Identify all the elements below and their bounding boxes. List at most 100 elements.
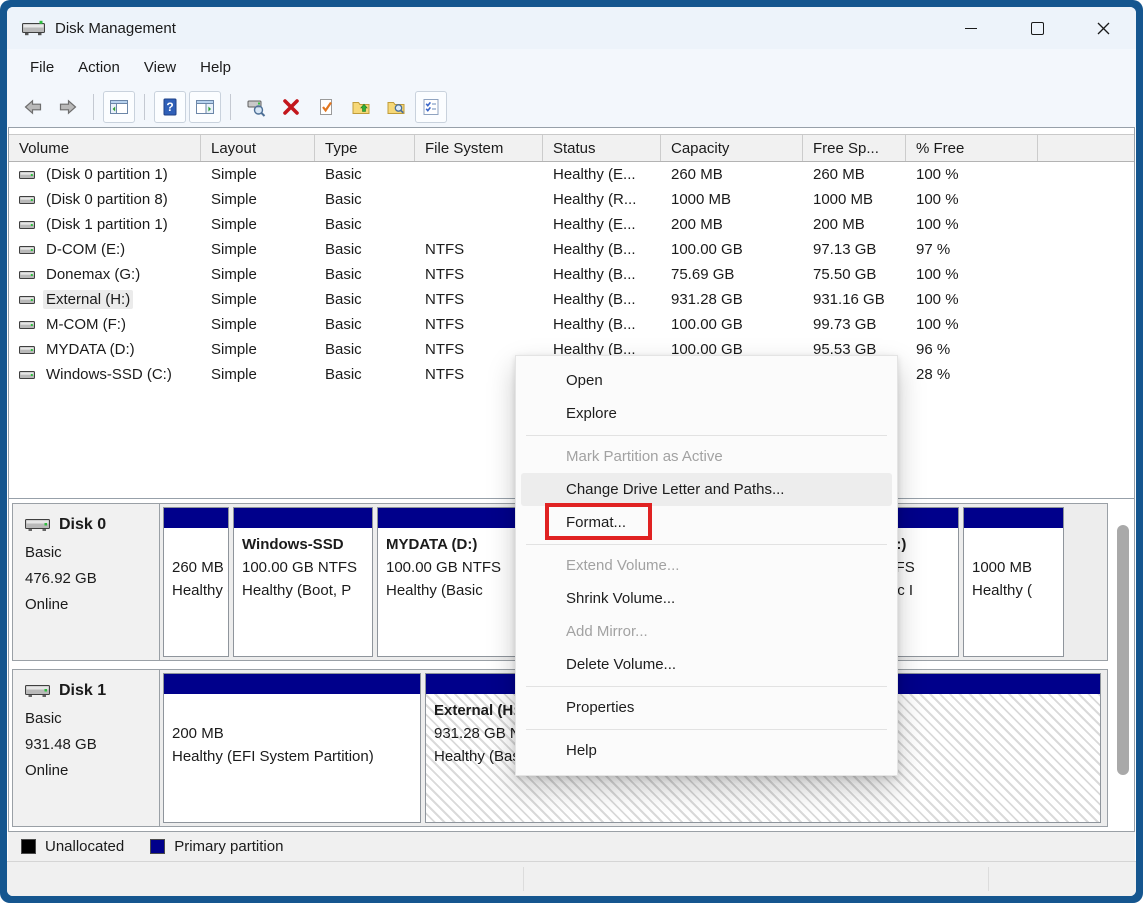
cell-type: Basic — [315, 291, 415, 308]
help-button[interactable]: ? — [154, 91, 186, 123]
menu-separator — [516, 681, 897, 691]
volume-name: (Disk 0 partition 8) — [43, 190, 171, 209]
volume-row[interactable]: D-COM (E:)SimpleBasicNTFSHealthy (B...10… — [9, 237, 1134, 262]
disk-info: Basic931.48 GBOnline — [25, 706, 159, 783]
delete-button[interactable] — [275, 91, 307, 123]
column-header-layout[interactable]: Layout — [201, 135, 315, 161]
legend-label: Unallocated — [45, 838, 124, 855]
cell-free-space: 75.50 GB — [803, 266, 906, 283]
partition[interactable]: 1000 MBHealthy ( — [963, 507, 1064, 657]
volume-icon — [19, 319, 35, 331]
column-header-free-sp[interactable]: Free Sp... — [803, 135, 906, 161]
menu-item-add-mirror: Add Mirror... — [516, 615, 897, 648]
check-button[interactable] — [310, 91, 342, 123]
menu-item-explore[interactable]: Explore — [516, 397, 897, 430]
menu-file[interactable]: File — [18, 55, 66, 80]
cell-file-system: NTFS — [415, 266, 543, 283]
disk-size: 931.48 GB — [25, 732, 159, 758]
disk-size: 476.92 GB — [25, 566, 159, 592]
table-header: VolumeLayoutTypeFile SystemStatusCapacit… — [9, 134, 1134, 162]
cell-volume: (Disk 1 partition 1) — [9, 215, 201, 234]
column-header-status[interactable]: Status — [543, 135, 661, 161]
cell-capacity: 260 MB — [661, 166, 803, 183]
volume-row[interactable]: External (H:)SimpleBasicNTFSHealthy (B..… — [9, 287, 1134, 312]
menu-item-properties[interactable]: Properties — [516, 691, 897, 724]
menu-item-help[interactable]: Help — [516, 734, 897, 767]
column-header-file-system[interactable]: File System — [415, 135, 543, 161]
show-console-tree-button[interactable] — [103, 91, 135, 123]
check-icon — [316, 97, 336, 117]
folder-up-button[interactable] — [345, 91, 377, 123]
volume-name: External (H:) — [43, 290, 133, 309]
window-title: Disk Management — [55, 20, 176, 37]
format-highlight-annotation — [545, 503, 652, 540]
disk-label-panel[interactable]: Disk 1Basic931.48 GBOnline — [13, 670, 160, 826]
menu-action[interactable]: Action — [66, 55, 132, 80]
back-button[interactable] — [17, 91, 49, 123]
cell-free-space: 931.16 GB — [803, 291, 906, 308]
cell-volume: Windows-SSD (C:) — [9, 365, 201, 384]
properties-list-button[interactable] — [415, 91, 447, 123]
toolbar-separator — [230, 94, 231, 120]
menu-view[interactable]: View — [132, 55, 188, 80]
scrollbar-thumb[interactable] — [1117, 525, 1129, 775]
partition-body: 200 MBHealthy (EFI System Partition) — [164, 694, 420, 822]
maximize-button[interactable] — [1004, 7, 1070, 49]
volume-name: M-COM (F:) — [43, 315, 129, 334]
partition[interactable]: 200 MBHealthy (EFI System Partition) — [163, 673, 421, 823]
partition-status: Healthy (Boot, P — [242, 580, 364, 603]
partition[interactable]: MYDATA (D:)100.00 GB NTFSHealthy (Basic — [377, 507, 517, 657]
menu-item-delete-volume[interactable]: Delete Volume... — [516, 648, 897, 681]
close-button[interactable] — [1070, 7, 1136, 49]
partition-header — [164, 508, 228, 528]
volume-icon — [19, 244, 35, 256]
column-header-volume[interactable]: Volume — [9, 135, 201, 161]
menu-help[interactable]: Help — [188, 55, 243, 80]
volume-icon — [19, 369, 35, 381]
svg-text:?: ? — [166, 100, 173, 114]
partition[interactable]: 260 MBHealthy ( — [163, 507, 229, 657]
volume-row[interactable]: Donemax (G:)SimpleBasicNTFSHealthy (B...… — [9, 262, 1134, 287]
legend-label: Primary partition — [174, 838, 283, 855]
disk-name: Disk 0 — [59, 516, 106, 534]
partition[interactable]: Windows-SSD100.00 GB NTFSHealthy (Boot, … — [233, 507, 373, 657]
cell-volume: M-COM (F:) — [9, 315, 201, 334]
context-menu: OpenExploreMark Partition as ActiveChang… — [515, 355, 898, 776]
folder-up-icon — [351, 97, 371, 117]
show-action-pane-button[interactable] — [189, 91, 221, 123]
forward-button[interactable] — [52, 91, 84, 123]
column-header-free[interactable]: % Free — [906, 135, 1038, 161]
menu-item-shrink-volume[interactable]: Shrink Volume... — [516, 582, 897, 615]
menu-item-change-drive-letter-and-paths[interactable]: Change Drive Letter and Paths... — [521, 473, 892, 506]
cell-layout: Simple — [201, 366, 315, 383]
volume-row[interactable]: M-COM (F:)SimpleBasicNTFSHealthy (B...10… — [9, 312, 1134, 337]
disk-info: Basic476.92 GBOnline — [25, 540, 159, 617]
volume-name: Windows-SSD (C:) — [43, 365, 175, 384]
cell-status: Healthy (E... — [543, 166, 661, 183]
column-header-capacity[interactable]: Capacity — [661, 135, 803, 161]
rescan-disks-button[interactable] — [240, 91, 272, 123]
volume-row[interactable]: (Disk 0 partition 8)SimpleBasicHealthy (… — [9, 187, 1134, 212]
folder-search-button[interactable] — [380, 91, 412, 123]
cell-pct-free: 97 % — [906, 241, 1038, 258]
volume-row[interactable]: (Disk 1 partition 1)SimpleBasicHealthy (… — [9, 212, 1134, 237]
cell-type: Basic — [315, 191, 415, 208]
volume-name: D-COM (E:) — [43, 240, 128, 259]
close-icon — [1097, 22, 1110, 35]
cell-pct-free: 100 % — [906, 216, 1038, 233]
cell-volume: (Disk 0 partition 1) — [9, 165, 201, 184]
graph-scrollbar[interactable] — [1116, 501, 1130, 827]
minimize-button[interactable] — [938, 7, 1004, 49]
column-header-type[interactable]: Type — [315, 135, 415, 161]
partition-status: Healthy (EFI System Partition) — [172, 746, 412, 769]
cell-type: Basic — [315, 166, 415, 183]
status-bar — [7, 861, 1136, 896]
disk-label-panel[interactable]: Disk 0 Basic476.92 GBOnline — [13, 504, 160, 660]
volume-row[interactable]: (Disk 0 partition 1)SimpleBasicHealthy (… — [9, 162, 1134, 187]
help-icon: ? — [160, 97, 180, 117]
partition-body: 260 MBHealthy ( — [164, 528, 228, 656]
disk-icon — [25, 683, 50, 699]
partition-name: MYDATA (D:) — [386, 534, 508, 557]
cell-file-system: NTFS — [415, 291, 543, 308]
menu-item-open[interactable]: Open — [516, 364, 897, 397]
